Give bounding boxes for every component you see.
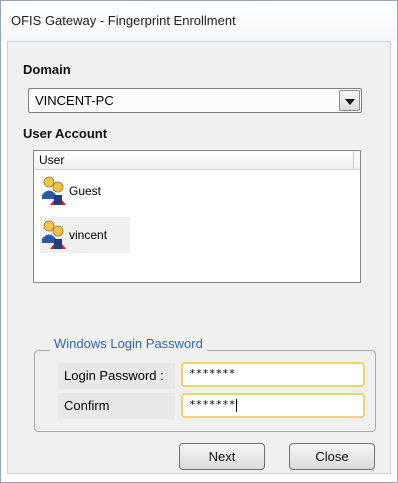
title-bar[interactable]: OFIS Gateway - Fingerprint Enrollment [1, 1, 397, 41]
user-icon [42, 176, 66, 205]
password-group-title: Windows Login Password [50, 336, 207, 351]
list-item-vincent[interactable]: vincent [40, 217, 130, 253]
close-button[interactable]: Close [289, 443, 375, 470]
confirm-password-label: Confirm [58, 393, 175, 419]
user-name: Guest [69, 184, 102, 198]
user-list[interactable]: User Guest vincent [33, 150, 361, 283]
login-password-field[interactable]: ******* [181, 362, 365, 387]
user-icon [42, 220, 66, 249]
domain-dropdown-button[interactable] [339, 90, 360, 111]
confirm-password-value: ******* [189, 398, 236, 411]
user-name: vincent [69, 228, 108, 242]
user-column-header[interactable]: User [34, 151, 354, 169]
list-item-guest[interactable]: Guest [40, 173, 130, 209]
domain-selected-value: VINCENT-PC [35, 93, 114, 108]
chevron-down-icon [345, 99, 355, 105]
login-password-label: Login Password : [58, 363, 175, 389]
window-title: OFIS Gateway - Fingerprint Enrollment [11, 13, 236, 28]
domain-label: Domain [23, 62, 71, 77]
user-account-label: User Account [23, 126, 108, 141]
login-password-value: ******* [189, 367, 236, 380]
confirm-password-field[interactable]: ******* [181, 393, 365, 418]
text-caret [236, 398, 238, 412]
next-button[interactable]: Next [179, 443, 265, 470]
domain-select[interactable]: VINCENT-PC [28, 88, 362, 113]
user-list-header: User [34, 151, 360, 170]
